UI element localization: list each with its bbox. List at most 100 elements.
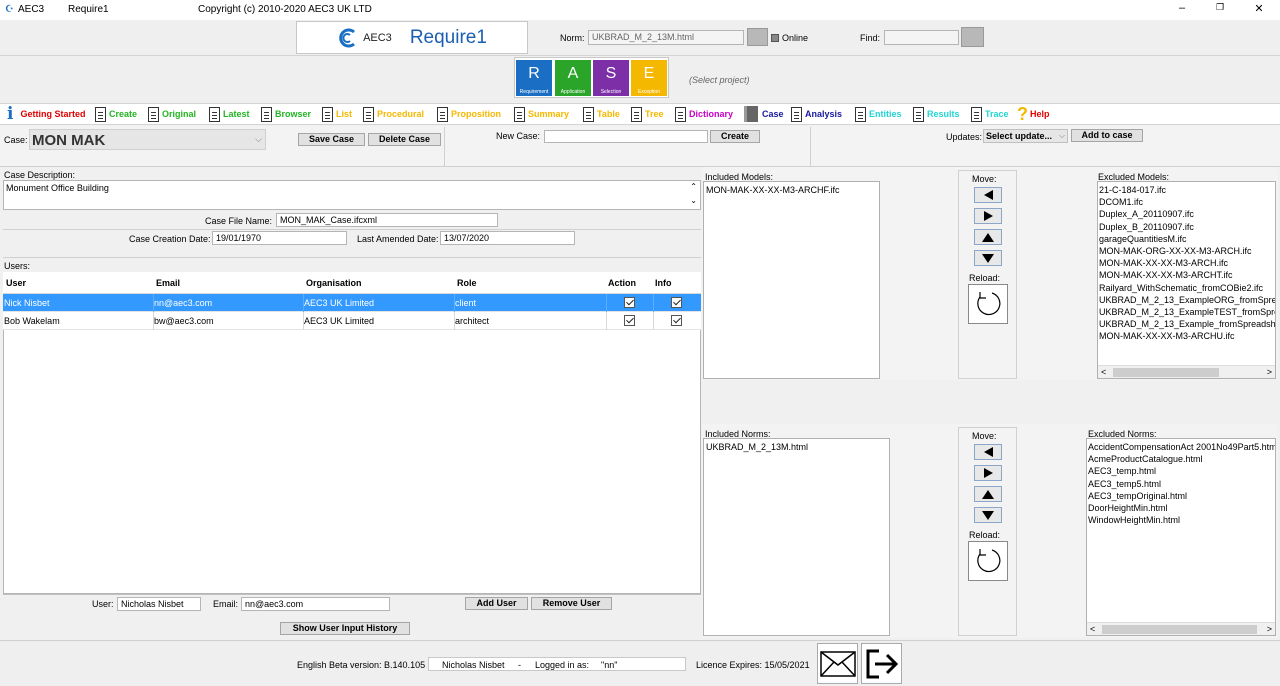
add-user-button[interactable]: Add User	[465, 597, 528, 610]
norm-field[interactable]: UKBRAD_M_2_13M.html	[588, 30, 744, 45]
excluded-norm-item[interactable]: AEC3_temp5.html	[1088, 478, 1274, 490]
menu-item-entities[interactable]: Entities	[855, 104, 902, 124]
create-case-button[interactable]: Create	[710, 130, 760, 143]
move-down-button[interactable]	[974, 250, 1002, 266]
menu-item-latest[interactable]: Latest	[209, 104, 250, 124]
rase-tile-exception[interactable]: E Exception	[631, 60, 667, 96]
case-select[interactable]: MON MAK ⌵	[29, 129, 266, 150]
updates-select[interactable]: Select update... ⌵	[983, 129, 1068, 143]
excluded-norm-item[interactable]: AEC3_tempOriginal.html	[1088, 490, 1274, 502]
scroll-right-icon[interactable]: >	[1267, 624, 1272, 634]
move-right-button[interactable]	[974, 208, 1002, 224]
excluded-model-item[interactable]: garageQuantitiesM.ifc	[1099, 233, 1274, 245]
scroll-down-icon[interactable]: ⌄	[690, 196, 697, 205]
scroll-right-icon[interactable]: >	[1267, 367, 1272, 377]
find-input[interactable]	[884, 30, 959, 45]
excluded-norm-item[interactable]: AcmeProductCatalogue.html	[1088, 453, 1274, 465]
save-case-button[interactable]: Save Case	[298, 133, 365, 146]
move-up-button[interactable]	[974, 229, 1002, 245]
table-row[interactable]: Nick Nisbet nn@aec3.com AEC3 UK Limited cli…	[3, 294, 701, 312]
email-input[interactable]: nn@aec3.com	[241, 597, 390, 611]
online-checkbox[interactable]	[771, 34, 779, 42]
excluded-model-item[interactable]: 21-C-184-017.ifc	[1099, 184, 1274, 196]
menu-item-proposition[interactable]: Proposition	[437, 104, 501, 124]
move-left-button[interactable]	[974, 187, 1002, 203]
menu-item-case[interactable]: Case	[744, 104, 784, 124]
column-header-role[interactable]: Role	[457, 278, 477, 288]
rase-tile-selection[interactable]: S Selection	[593, 60, 629, 96]
menu-item-original[interactable]: Original	[148, 104, 196, 124]
norms-move-up-button[interactable]	[974, 486, 1002, 502]
included-norms-list[interactable]: UKBRAD_M_2_13M.html	[703, 438, 890, 636]
rase-tile-requirement[interactable]: R Requirement	[516, 60, 552, 96]
restore-button[interactable]: ❐	[1210, 2, 1230, 13]
column-header-email[interactable]: Email	[156, 278, 180, 288]
user-input[interactable]: Nicholas Nisbet	[117, 597, 201, 611]
menu-item-create[interactable]: Create	[95, 104, 137, 124]
creation-date-field[interactable]: 19/01/1970	[212, 231, 347, 245]
excluded-model-item[interactable]: UKBRAD_M_2_13_Example_fromSpreadsh	[1099, 318, 1275, 330]
menu-item-tree[interactable]: Tree	[631, 104, 664, 124]
table-row[interactable]: Bob Wakelam bw@aec3.com AEC3 UK Limited arc…	[3, 312, 701, 330]
excluded-model-item[interactable]: MON-MAK-XX-XX-M3-ARCH.ifc	[1099, 257, 1274, 269]
norms-reload-button[interactable]	[968, 541, 1008, 581]
excluded-model-item[interactable]: MON-MAK-XX-XX-M3-ARCHU.ifc	[1099, 330, 1274, 342]
menu-item-list[interactable]: List	[322, 104, 352, 124]
included-models-list[interactable]: MON-MAK-XX-XX-M3-ARCHF.ifc	[703, 181, 880, 379]
excluded-model-item[interactable]: MON-MAK-ORG-XX-XX-M3-ARCH.ifc	[1099, 245, 1274, 257]
show-user-input-history-button[interactable]: Show User Input History	[280, 622, 410, 635]
column-header-user[interactable]: User	[6, 278, 26, 288]
scrollbar-thumb[interactable]	[1113, 368, 1219, 377]
menu-item-procedural[interactable]: Procedural	[363, 104, 424, 124]
column-header-info[interactable]: Info	[655, 278, 672, 288]
minimize-button[interactable]: –	[1172, 2, 1192, 14]
norms-move-left-button[interactable]	[974, 444, 1002, 460]
excluded-norm-item[interactable]: DoorHeightMin.html	[1088, 502, 1274, 514]
column-header-action[interactable]: Action	[608, 278, 636, 288]
new-case-input[interactable]	[544, 130, 708, 143]
add-to-case-button[interactable]: Add to case	[1071, 129, 1143, 142]
excluded-models-scrollbar[interactable]: < >	[1098, 365, 1275, 378]
scroll-left-icon[interactable]: <	[1090, 624, 1095, 634]
excluded-norms-list[interactable]: AccidentCompensationAct 2001No49Part5.ht…	[1086, 438, 1276, 636]
excluded-model-item[interactable]: Duplex_A_20110907.ifc	[1099, 208, 1274, 220]
menu-item-browser[interactable]: Browser	[261, 104, 311, 124]
excluded-norms-scrollbar[interactable]: < >	[1087, 622, 1275, 635]
menu-item-summary[interactable]: Summary	[514, 104, 569, 124]
menu-item-results[interactable]: Results	[913, 104, 960, 124]
info-checkbox[interactable]	[671, 315, 682, 326]
norms-move-down-button[interactable]	[974, 507, 1002, 523]
find-button[interactable]	[961, 27, 984, 47]
included-model-item[interactable]: MON-MAK-XX-XX-M3-ARCHF.ifc	[706, 184, 877, 196]
excluded-model-item[interactable]: Railyard_WithSchematic_fromCOBie2.ifc	[1099, 282, 1274, 294]
excluded-norm-item[interactable]: AEC3_temp.html	[1088, 465, 1274, 477]
close-button[interactable]: ✕	[1249, 2, 1269, 15]
action-checkbox[interactable]	[624, 297, 635, 308]
action-checkbox[interactable]	[624, 315, 635, 326]
excluded-model-item[interactable]: DCOM1.ifc	[1099, 196, 1274, 208]
models-reload-button[interactable]	[968, 284, 1008, 324]
menu-item-help[interactable]: ? Help	[1017, 104, 1050, 124]
excluded-model-item[interactable]: UKBRAD_M_2_13_ExampleTEST_fromSpre	[1099, 306, 1275, 318]
scroll-up-icon[interactable]: ⌃	[690, 182, 697, 191]
included-norm-item[interactable]: UKBRAD_M_2_13M.html	[706, 441, 887, 453]
excluded-model-item[interactable]: Duplex_B_20110907.ifc	[1099, 221, 1274, 233]
norm-browse-button[interactable]	[747, 28, 768, 46]
column-header-organisation[interactable]: Organisation	[306, 278, 362, 288]
menu-item-trace[interactable]: Trace	[971, 104, 1009, 124]
case-description-textarea[interactable]: Monument Office Building ⌃ ⌄	[3, 180, 701, 210]
logout-button[interactable]	[861, 643, 902, 684]
case-file-name-field[interactable]: MON_MAK_Case.ifcxml	[276, 213, 498, 227]
menu-item-getting-started[interactable]: i Getting Started	[7, 104, 85, 124]
delete-case-button[interactable]: Delete Case	[368, 133, 441, 146]
excluded-norm-item[interactable]: AccidentCompensationAct 2001No49Part5.ht…	[1088, 441, 1275, 453]
excluded-norm-item[interactable]: WindowHeightMin.html	[1088, 514, 1274, 526]
amended-date-field[interactable]: 13/07/2020	[440, 231, 575, 245]
scroll-left-icon[interactable]: <	[1101, 367, 1106, 377]
menu-item-analysis[interactable]: Analysis	[791, 104, 842, 124]
rase-tile-application[interactable]: A Application	[555, 60, 591, 96]
excluded-model-item[interactable]: MON-MAK-XX-XX-M3-ARCHT.ifc	[1099, 269, 1274, 281]
email-button[interactable]	[817, 643, 858, 684]
scrollbar-thumb[interactable]	[1102, 625, 1257, 634]
menu-item-dictionary[interactable]: Dictionary	[675, 104, 733, 124]
